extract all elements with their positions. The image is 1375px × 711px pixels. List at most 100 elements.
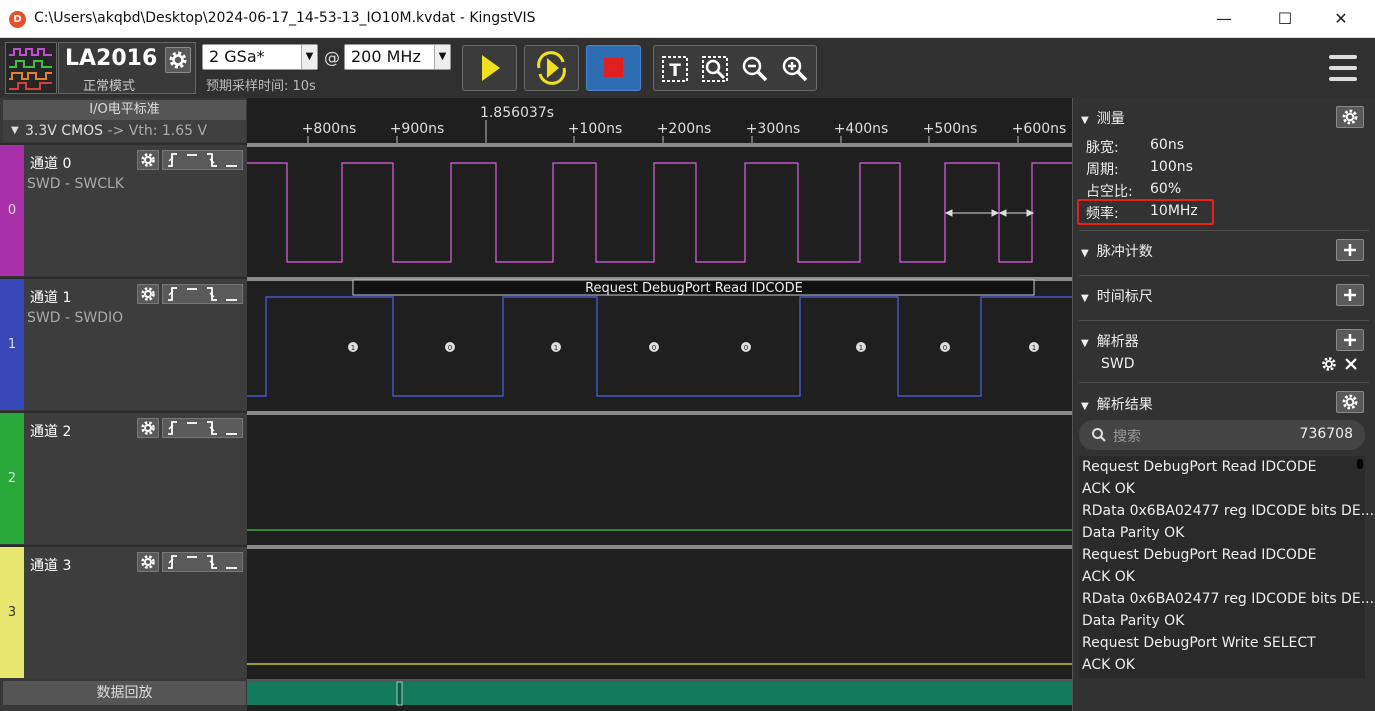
channel-settings-gear-icon[interactable]: [137, 284, 159, 304]
at-sign: @: [324, 48, 340, 67]
channel-settings-gear-icon[interactable]: [137, 150, 159, 170]
cursor-time: 1.856037s: [480, 105, 554, 121]
analyzer-settings-gear-icon[interactable]: [1320, 355, 1338, 373]
channel-row-0[interactable]: 0 通道 0 SWD - SWCLK: [0, 143, 247, 276]
text-cursor-icon[interactable]: T: [660, 54, 690, 84]
time-tick: +300ns: [746, 121, 801, 137]
decode-frame-label: Request DebugPort Read IDCODE: [585, 281, 803, 296]
channel-index: 2: [7, 471, 17, 486]
time-tick: +400ns: [834, 121, 889, 137]
device-mode[interactable]: 正常模式: [59, 75, 159, 94]
zoom-out-icon[interactable]: [740, 54, 770, 84]
analyzer-item[interactable]: SWD: [1101, 356, 1135, 372]
zoom-fit-icon[interactable]: [700, 54, 730, 84]
channel-name[interactable]: 通道 2: [30, 421, 71, 441]
result-item[interactable]: Data Parity OK: [1082, 613, 1184, 629]
result-item[interactable]: ACK OK: [1082, 657, 1135, 673]
decode-bit: 0: [943, 344, 947, 352]
result-item[interactable]: Data Parity OK: [1082, 525, 1184, 541]
measure-value: 60%: [1150, 181, 1182, 197]
channel-name[interactable]: 通道 1: [30, 287, 71, 307]
main-toolbar: LA2016 正常模式 2 GSa* ▼ @ 200 MHz ▼ 预期采样时间:…: [0, 38, 1375, 98]
results-scrollbar[interactable]: [1357, 459, 1363, 469]
result-item[interactable]: RData 0x6BA02477 reg IDCODE bits DE...: [1082, 503, 1374, 519]
trigger-selector[interactable]: [162, 284, 243, 304]
start-button[interactable]: [462, 45, 517, 91]
channel-name[interactable]: 通道 0: [30, 153, 71, 173]
device-panel: LA2016 正常模式: [58, 42, 196, 94]
channel-settings-gear-icon[interactable]: [137, 552, 159, 572]
hamburger-menu-icon[interactable]: [1326, 52, 1360, 84]
minimize-button[interactable]: —: [1202, 7, 1246, 31]
pulse-count-section-header[interactable]: ▼ 脉冲计数: [1081, 241, 1153, 261]
zoom-toolbar: T: [653, 45, 817, 91]
sample-frequency-select[interactable]: 200 MHz ▼: [344, 44, 451, 70]
measure-settings-gear-icon[interactable]: [1336, 106, 1364, 128]
channel-protocol: SWD - SWDIO: [27, 310, 124, 326]
playback-label: 数据回放: [3, 681, 246, 705]
decode-bit: 0: [448, 344, 452, 352]
channel-index: 3: [7, 605, 17, 620]
chevron-down-icon: ▼: [434, 45, 450, 69]
measure-title: 测量: [1096, 111, 1125, 127]
waveform-area[interactable]: 1.856037s +800ns +900ns +100ns +200ns +3…: [247, 98, 1072, 711]
maximize-button[interactable]: ☐: [1263, 7, 1307, 31]
time-tick: +500ns: [923, 121, 978, 137]
result-item[interactable]: RData 0x6BA02477 reg IDCODE bits DE...: [1082, 591, 1374, 607]
right-panel: ▼ 测量 脉宽: 60ns 周期: 100ns 占空比: 60% 频率: 10MH…: [1072, 98, 1375, 711]
results-settings-gear-icon[interactable]: [1336, 391, 1364, 413]
playback-handle[interactable]: [396, 681, 403, 706]
device-name: LA2016: [65, 46, 158, 71]
analyzer-section-header[interactable]: ▼ 解析器: [1081, 331, 1139, 351]
channel-index: 1: [7, 337, 17, 352]
channel-index: 0: [7, 203, 17, 218]
time-tick: +600ns: [1012, 121, 1067, 137]
result-item[interactable]: ACK OK: [1082, 481, 1135, 497]
results-list[interactable]: Request DebugPort Read IDCODE ACK OK RDa…: [1079, 456, 1374, 678]
add-analyzer-plus-icon[interactable]: [1336, 329, 1364, 351]
sample-rate-value: 2 GSa*: [209, 47, 265, 66]
results-search-input[interactable]: 搜索 736708: [1079, 420, 1365, 450]
chevron-down-icon: ▼: [301, 45, 317, 69]
channel-row-3[interactable]: 3 通道 3: [0, 545, 247, 678]
trigger-selector[interactable]: [162, 418, 243, 438]
remove-analyzer-close-icon[interactable]: [1342, 355, 1360, 373]
trigger-selector[interactable]: [162, 150, 243, 170]
channel-panel: I/O电平标准 ▼ 3.3V CMOS -> Vth: 1.65 V 0 通道 …: [0, 98, 247, 711]
result-item[interactable]: ACK OK: [1082, 569, 1135, 585]
app-logo-icon: D: [9, 11, 26, 28]
close-button[interactable]: ✕: [1319, 7, 1363, 31]
collapse-arrow-icon: ▼: [1081, 338, 1089, 349]
frequency-highlight-box: [1077, 199, 1214, 225]
sample-frequency-value: 200 MHz: [351, 47, 421, 66]
decode-bit: 1: [351, 344, 355, 352]
channel-row-1[interactable]: 1 通道 1 SWD - SWDIO: [0, 277, 247, 410]
pulse-count-title: 脉冲计数: [1096, 244, 1153, 260]
channel-settings-gear-icon[interactable]: [137, 418, 159, 438]
io-level-select[interactable]: ▼ 3.3V CMOS -> Vth: 1.65 V: [3, 120, 246, 142]
measure-section-header[interactable]: ▼ 测量: [1081, 108, 1125, 128]
results-section-header[interactable]: ▼ 解析结果: [1081, 394, 1153, 414]
result-item[interactable]: Request DebugPort Write SELECT: [1082, 635, 1316, 651]
result-item[interactable]: Request DebugPort Read IDCODE: [1082, 547, 1317, 563]
trigger-selector[interactable]: [162, 552, 243, 572]
search-icon: [1091, 427, 1107, 443]
time-ruler-title: 时间标尺: [1096, 289, 1153, 305]
add-time-ruler-plus-icon[interactable]: [1336, 284, 1364, 306]
measure-value: 60ns: [1150, 137, 1184, 153]
channel-row-2[interactable]: 2 通道 2: [0, 411, 247, 544]
zoom-in-icon[interactable]: [780, 54, 810, 84]
time-ruler-section-header[interactable]: ▼ 时间标尺: [1081, 286, 1153, 306]
result-item[interactable]: Request DebugPort Read IDCODE: [1082, 459, 1317, 475]
sample-rate-select[interactable]: 2 GSa* ▼: [202, 44, 318, 70]
results-count: 736708: [1299, 426, 1353, 442]
stop-button[interactable]: [586, 45, 641, 91]
add-pulse-count-plus-icon[interactable]: [1336, 239, 1364, 261]
divider: [1079, 320, 1369, 321]
device-settings-gear-icon[interactable]: [165, 47, 191, 73]
expected-sample-time: 预期采样时间: 10s: [206, 79, 316, 94]
channel-name[interactable]: 通道 3: [30, 555, 71, 575]
io-level-header: I/O电平标准: [3, 100, 246, 120]
repeat-start-button[interactable]: [524, 45, 579, 91]
playback-bar[interactable]: [247, 682, 1072, 705]
